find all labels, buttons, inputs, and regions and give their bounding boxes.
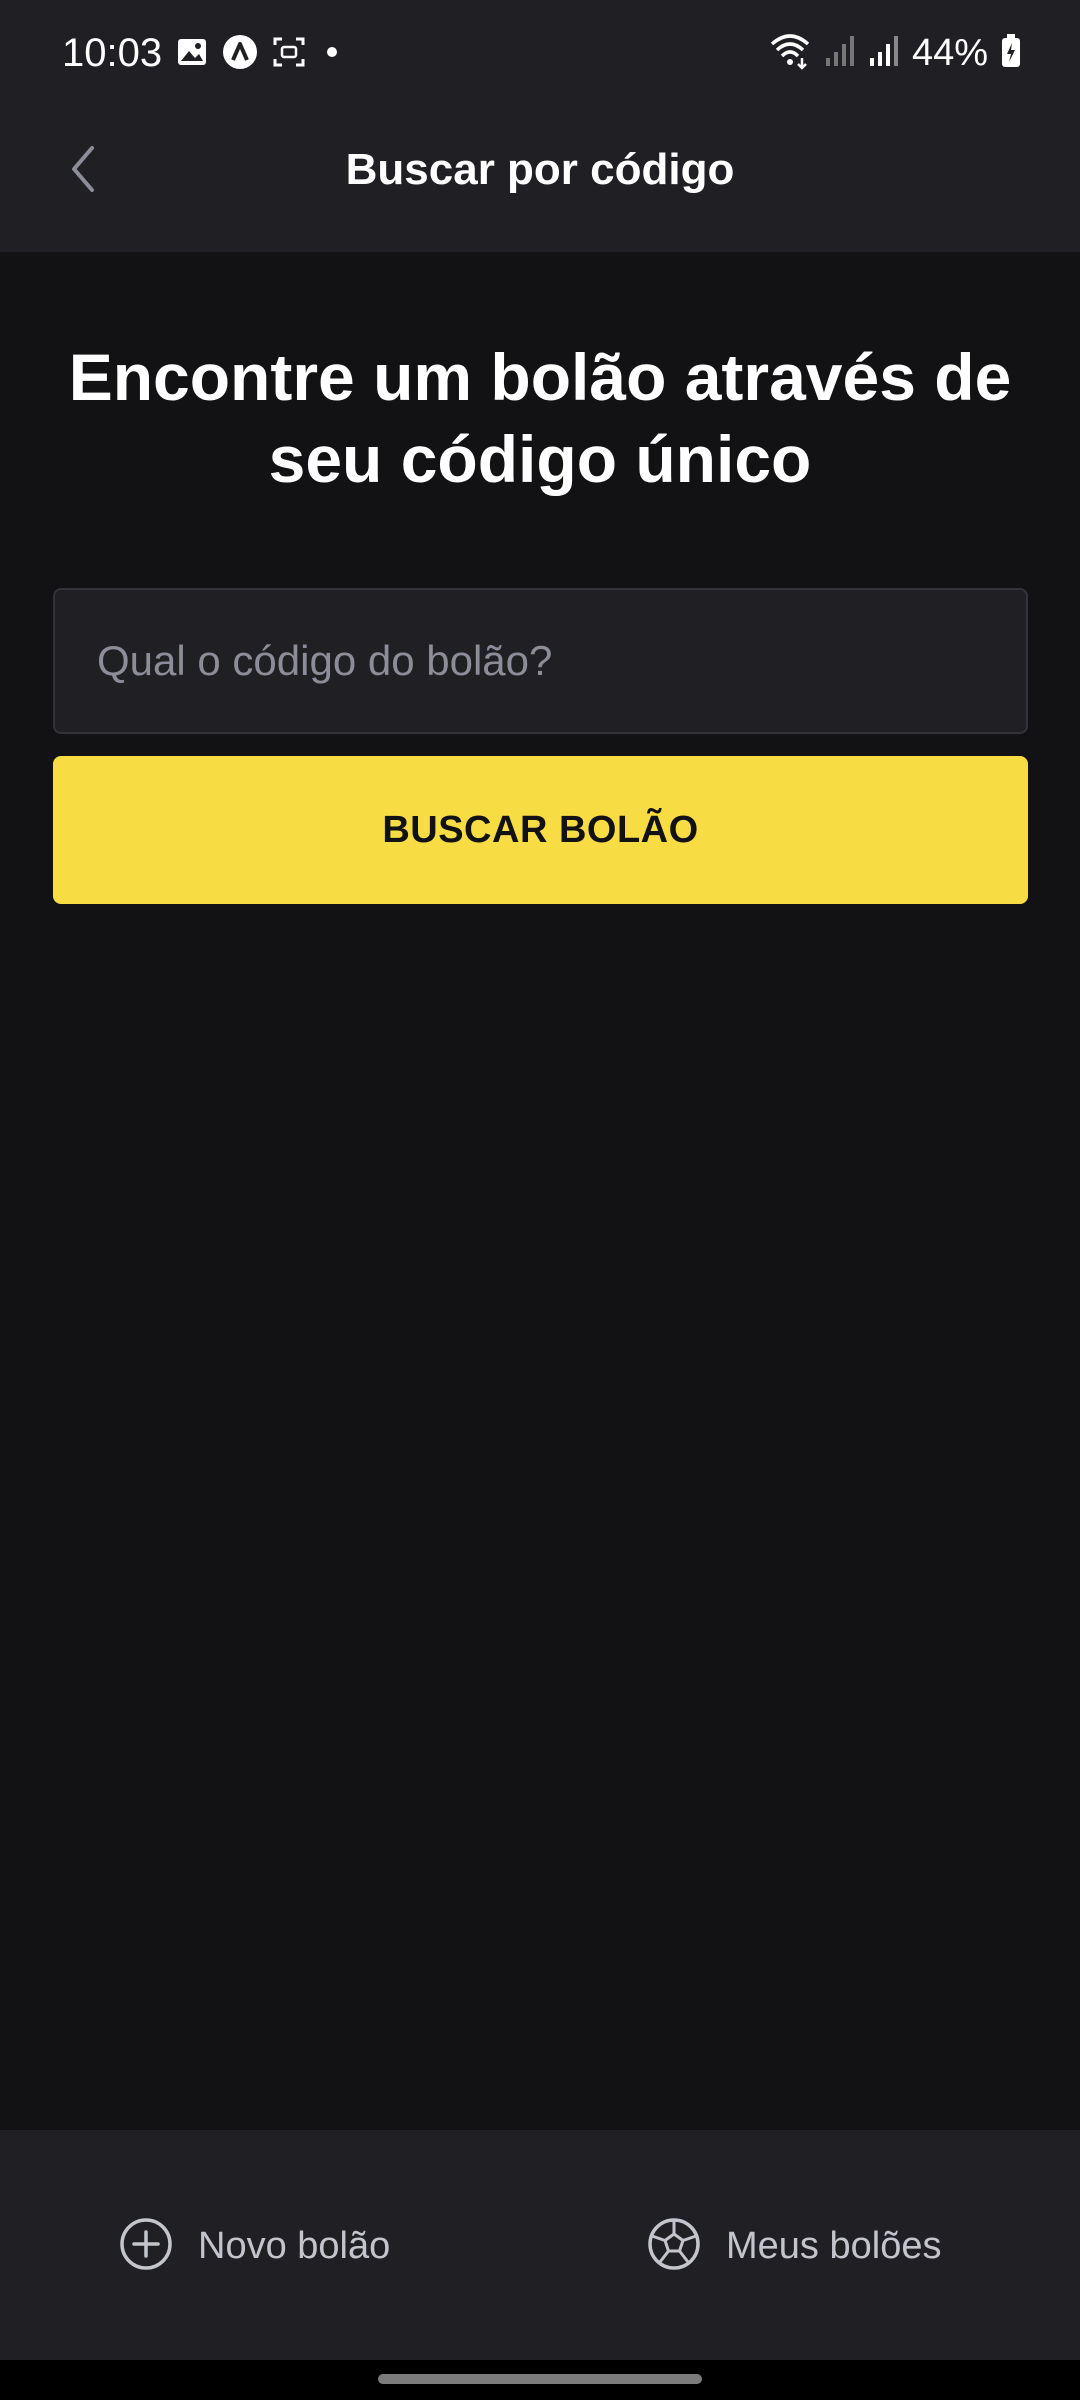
home-indicator[interactable] xyxy=(378,2374,702,2384)
soccer-ball-icon xyxy=(646,2216,702,2277)
page-title: Buscar por código xyxy=(345,145,735,194)
app-header: Buscar por código xyxy=(0,106,1080,252)
status-notification-icons xyxy=(176,34,344,75)
status-time: 10:03 xyxy=(62,31,163,75)
app-a-icon xyxy=(222,34,258,75)
gesture-navigation-bar xyxy=(0,2360,1080,2400)
status-bar: 10:03 44% xyxy=(0,0,1080,106)
main-heading: Encontre um bolão através de seu código … xyxy=(68,340,1012,496)
bottom-tab-bar: Novo bolão Meus bolões xyxy=(0,2130,1080,2360)
battery-percentage: 44% xyxy=(911,31,988,74)
tab-new-pool[interactable]: Novo bolão xyxy=(118,2196,390,2296)
signal-icon xyxy=(824,34,856,73)
screen-capture-icon xyxy=(272,35,306,74)
plus-circle-icon xyxy=(118,2216,174,2277)
image-icon xyxy=(176,36,208,73)
wifi-icon xyxy=(768,32,812,75)
search-pool-button[interactable]: BUSCAR BOLÃO xyxy=(53,756,1028,904)
dot-icon xyxy=(320,40,344,69)
tab-my-pools[interactable]: Meus bolões xyxy=(646,2196,941,2296)
tab-label: Meus bolões xyxy=(726,2224,942,2267)
tab-label: Novo bolão xyxy=(198,2224,391,2267)
pool-code-input[interactable] xyxy=(53,588,1028,734)
signal-icon xyxy=(868,34,900,73)
battery-charging-icon xyxy=(1000,33,1022,74)
status-system-icons: 44% xyxy=(768,30,1022,76)
